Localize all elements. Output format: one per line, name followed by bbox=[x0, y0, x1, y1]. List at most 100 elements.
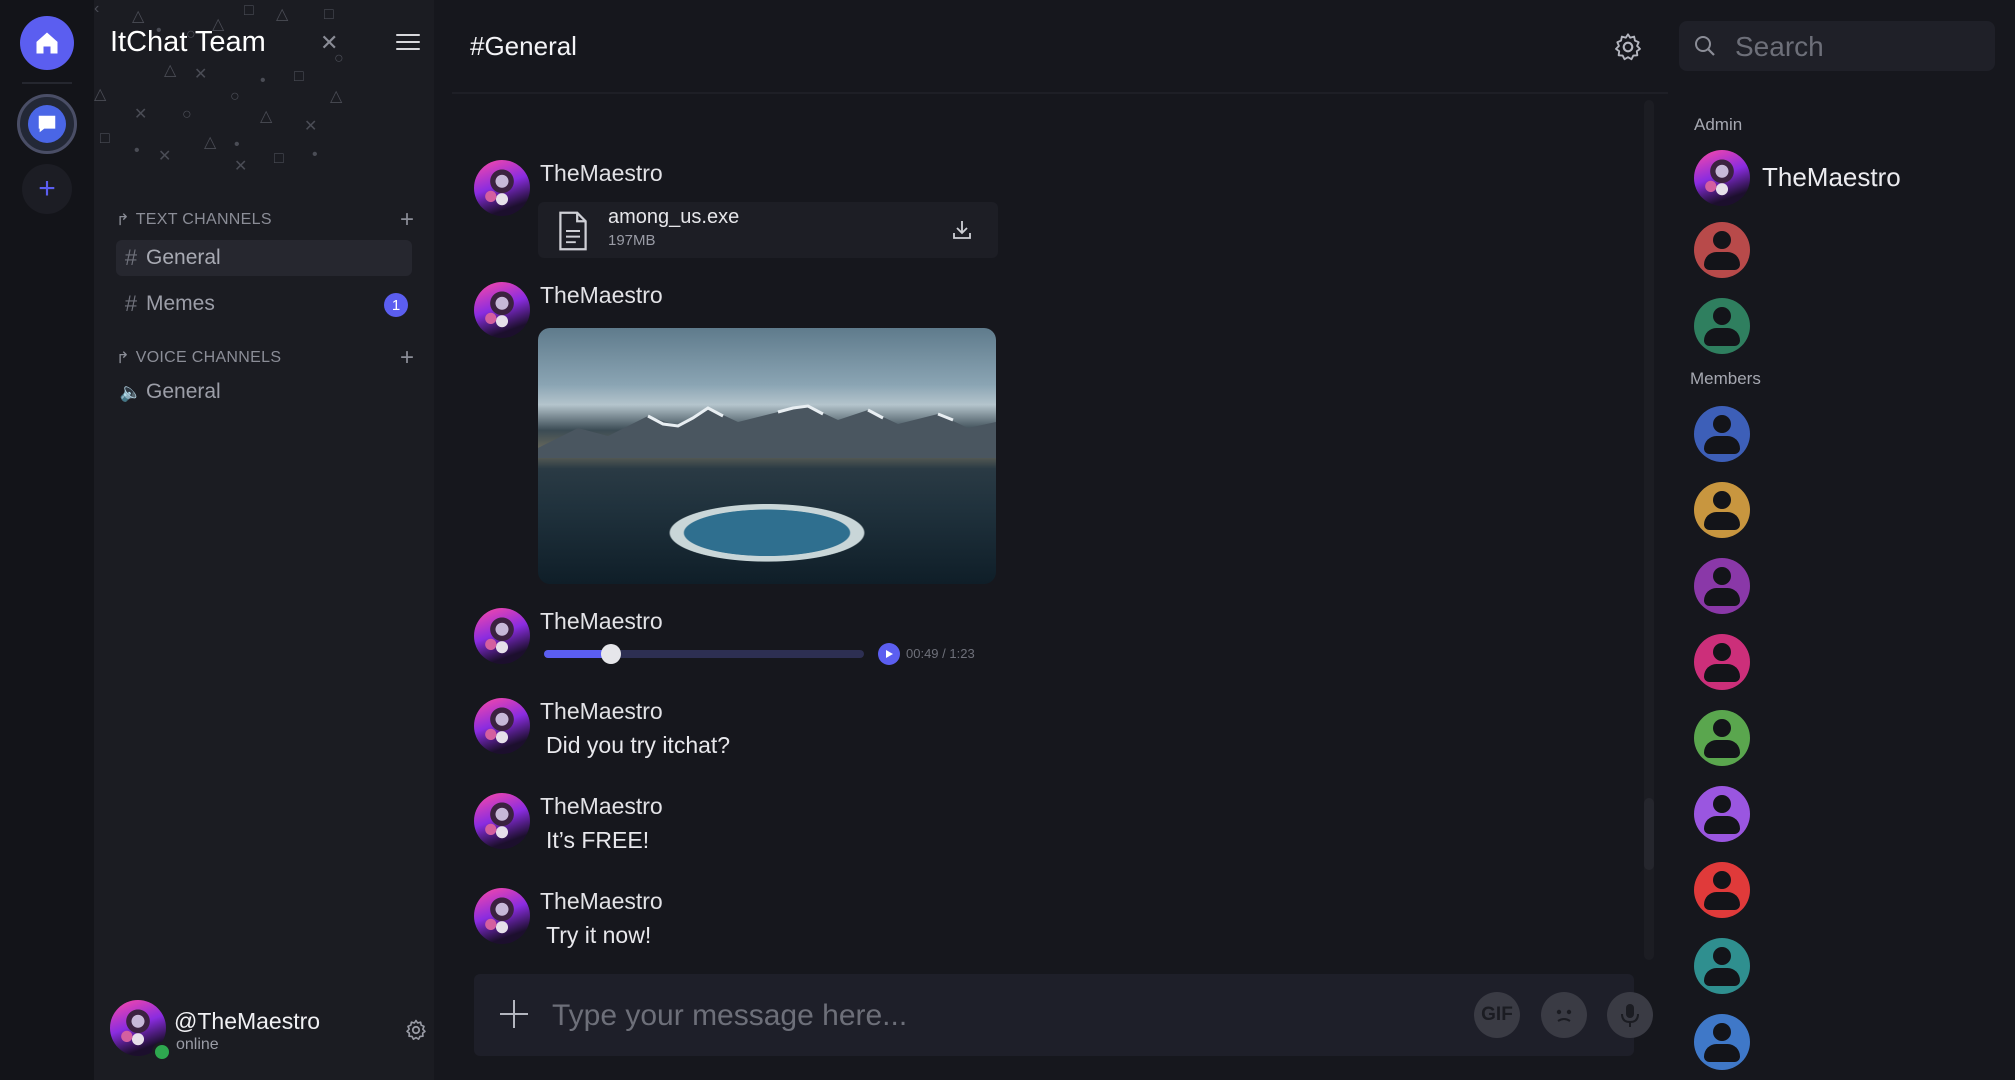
online-status-dot bbox=[152, 1042, 172, 1062]
member-avatar[interactable] bbox=[1694, 710, 1750, 766]
hash-icon: # bbox=[124, 245, 138, 270]
emoji-icon bbox=[1556, 1009, 1572, 1022]
chat-area: #General TheMaestro among_us.exe 197MB T… bbox=[434, 0, 1674, 1080]
audio-seek-bar[interactable] bbox=[544, 644, 864, 664]
channel-item-memes[interactable]: # Memes 1 bbox=[116, 286, 412, 322]
gear-icon[interactable] bbox=[1612, 31, 1644, 63]
members-panel: Admin TheMaestro Members bbox=[1674, 0, 2015, 1080]
search-input[interactable] bbox=[1733, 27, 1987, 67]
server-rail: + bbox=[0, 0, 94, 1080]
file-attachment[interactable]: among_us.exe 197MB bbox=[538, 202, 998, 258]
message: TheMaestro Did you try itchat? bbox=[474, 698, 1034, 762]
channel-name: General bbox=[146, 246, 221, 269]
close-icon[interactable]: ✕ bbox=[320, 30, 338, 56]
message-author[interactable]: TheMaestro bbox=[540, 793, 663, 820]
voice-channel-item-general[interactable]: 🔈 General bbox=[116, 374, 412, 410]
text-channels-header[interactable]: ↱ TEXT CHANNELS bbox=[116, 210, 272, 230]
avatar[interactable] bbox=[474, 282, 530, 338]
rail-divider bbox=[22, 82, 72, 84]
server-icon bbox=[28, 105, 66, 143]
add-server-button[interactable]: + bbox=[22, 164, 72, 214]
gif-button[interactable]: GIF bbox=[1474, 992, 1520, 1038]
mountain-image bbox=[538, 404, 996, 458]
channel-sidebar: ‹ △ • ○ △ □ △ □ △ ✕ □ ○ △ ✕ ○ ○ • △ ✕ △ … bbox=[94, 0, 434, 1080]
arrow-turn-icon: ↱ bbox=[116, 350, 130, 367]
menu-button[interactable] bbox=[396, 34, 420, 55]
message-text: Did you try itchat? bbox=[546, 732, 731, 758]
channel-title: #General bbox=[470, 31, 577, 61]
header-divider bbox=[452, 92, 1668, 94]
emoji-button[interactable] bbox=[1541, 992, 1587, 1038]
plus-icon[interactable] bbox=[496, 996, 532, 1032]
message-composer: GIF bbox=[474, 974, 1653, 1056]
add-voice-channel-button[interactable]: + bbox=[400, 346, 414, 370]
username: @TheMaestro bbox=[174, 1008, 321, 1034]
search-icon bbox=[1695, 36, 1715, 56]
file-size: 197MB bbox=[608, 232, 656, 249]
member-avatar[interactable] bbox=[1694, 786, 1750, 842]
member-name[interactable]: TheMaestro bbox=[1762, 162, 1901, 193]
file-icon bbox=[559, 211, 587, 251]
message-author[interactable]: TheMaestro bbox=[540, 888, 663, 915]
member-avatar[interactable] bbox=[1694, 938, 1750, 994]
message-input[interactable] bbox=[550, 992, 1434, 1040]
member-avatar[interactable] bbox=[1694, 634, 1750, 690]
voice-channels-label: VOICE CHANNELS bbox=[135, 349, 282, 366]
channel-item-general[interactable]: # General bbox=[116, 240, 412, 276]
message-author[interactable]: TheMaestro bbox=[540, 282, 663, 309]
avatar[interactable] bbox=[474, 608, 530, 664]
message-text: Try it now! bbox=[546, 922, 652, 948]
home-button[interactable] bbox=[20, 16, 74, 70]
admin-group-label: Admin bbox=[1694, 115, 1743, 134]
avatar[interactable] bbox=[474, 160, 530, 216]
microphone-button[interactable] bbox=[1607, 992, 1653, 1038]
gear-icon[interactable] bbox=[404, 1018, 428, 1042]
members-group-label: Members bbox=[1690, 369, 1761, 388]
member-avatar[interactable] bbox=[1694, 482, 1750, 538]
download-icon[interactable] bbox=[950, 218, 974, 242]
message-author[interactable]: TheMaestro bbox=[540, 608, 663, 635]
member-avatar[interactable] bbox=[1694, 222, 1750, 278]
user-status: online bbox=[176, 1036, 219, 1053]
member-avatar[interactable] bbox=[1694, 558, 1750, 614]
server-itchat-button[interactable] bbox=[17, 94, 77, 154]
audio-seek-handle[interactable] bbox=[601, 644, 622, 664]
search-box bbox=[1679, 21, 1995, 71]
message-author[interactable]: TheMaestro bbox=[540, 698, 663, 725]
play-icon bbox=[886, 650, 893, 658]
avatar[interactable] bbox=[474, 793, 530, 849]
text-channels-label: TEXT CHANNELS bbox=[135, 211, 272, 228]
home-icon bbox=[36, 32, 58, 54]
voice-channels-header[interactable]: ↱ VOICE CHANNELS bbox=[116, 348, 281, 368]
chevron-left-icon[interactable]: ‹ bbox=[94, 0, 99, 18]
member-avatar[interactable] bbox=[1694, 298, 1750, 354]
user-panel: @TheMaestro online bbox=[110, 998, 426, 1062]
add-text-channel-button[interactable]: + bbox=[400, 208, 414, 232]
member-avatar[interactable] bbox=[1694, 1014, 1750, 1070]
play-button[interactable] bbox=[878, 643, 900, 665]
member-avatar[interactable] bbox=[1694, 862, 1750, 918]
member-avatar[interactable] bbox=[1694, 406, 1750, 462]
chat-bubble-icon bbox=[38, 115, 56, 133]
channel-name: General bbox=[146, 380, 221, 403]
speaker-icon: 🔈 bbox=[119, 381, 143, 402]
message: TheMaestro bbox=[474, 282, 1034, 592]
message: TheMaestro It’s FREE! bbox=[474, 793, 1034, 857]
audio-time: 00:49 / 1:23 bbox=[906, 646, 975, 661]
message: TheMaestro 00:49 / 1:23 bbox=[474, 608, 1034, 672]
message-text: It’s FREE! bbox=[546, 827, 650, 853]
file-name: among_us.exe bbox=[608, 206, 740, 228]
member-avatar[interactable] bbox=[1694, 150, 1750, 206]
avatar[interactable] bbox=[474, 888, 530, 944]
message: TheMaestro Try it now! bbox=[474, 888, 1034, 952]
message: TheMaestro among_us.exe 197MB bbox=[474, 160, 1034, 260]
hash-icon: # bbox=[124, 291, 138, 316]
microphone-icon bbox=[1621, 1004, 1639, 1027]
audio-player: 00:49 / 1:23 bbox=[544, 642, 984, 666]
image-attachment[interactable] bbox=[538, 328, 996, 584]
scrollbar-thumb[interactable] bbox=[1644, 798, 1654, 870]
avatar[interactable] bbox=[474, 698, 530, 754]
arrow-turn-icon: ↱ bbox=[116, 212, 130, 229]
plus-icon: + bbox=[38, 172, 56, 205]
message-author[interactable]: TheMaestro bbox=[540, 160, 663, 187]
